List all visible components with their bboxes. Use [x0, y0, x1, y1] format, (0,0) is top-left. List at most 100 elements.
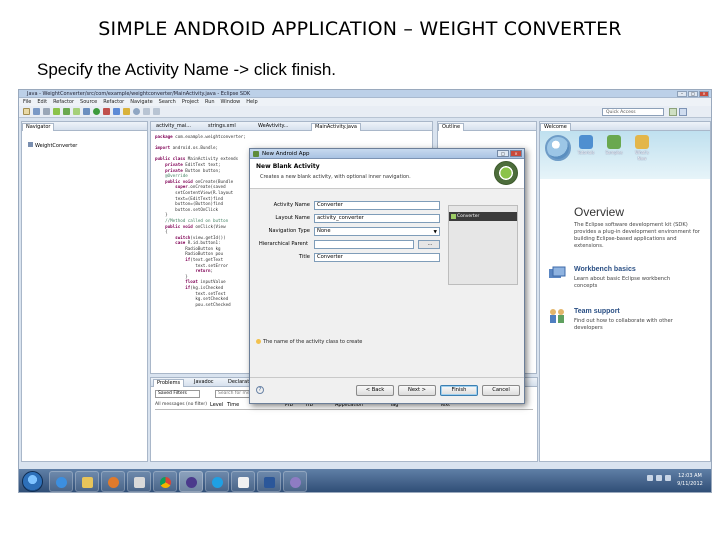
- debug-icon[interactable]: [83, 108, 90, 115]
- new-java-class-icon[interactable]: [113, 108, 120, 115]
- whats-new-label: What's New: [635, 150, 649, 161]
- maximize-button[interactable]: □: [688, 91, 698, 97]
- whats-new-icon: [635, 135, 649, 149]
- workbench-basics-desc: Learn about basic Eclipse workbench conc…: [574, 276, 671, 289]
- avd-manager-icon[interactable]: [63, 108, 70, 115]
- dialog-close-button[interactable]: ×: [510, 150, 522, 157]
- next-button[interactable]: Next >: [398, 385, 436, 396]
- activity-name-input[interactable]: Converter: [314, 201, 440, 210]
- finish-button[interactable]: Finish: [440, 385, 478, 396]
- tab-welcome[interactable]: Welcome: [540, 123, 571, 131]
- clock-date: 9/11/2012: [677, 481, 703, 487]
- tab-javadoc[interactable]: Javadoc: [191, 379, 217, 386]
- tab-outline[interactable]: Outline: [438, 123, 465, 131]
- java-perspective-icon[interactable]: [669, 108, 677, 116]
- tab-strings[interactable]: strings.xml: [205, 123, 239, 130]
- word-icon: [264, 477, 275, 488]
- team-support-title: Team support: [574, 308, 620, 315]
- back-icon[interactable]: [143, 108, 150, 115]
- ddms-perspective-icon[interactable]: [679, 108, 687, 116]
- flag-icon[interactable]: [647, 475, 653, 481]
- taskbar-notes[interactable]: [231, 471, 255, 492]
- forward-icon[interactable]: [153, 108, 160, 115]
- search-icon[interactable]: [133, 108, 140, 115]
- hierarchical-parent-input[interactable]: [314, 240, 414, 249]
- new-android-app-dialog: New Android App □ × New Blank Activity C…: [249, 148, 525, 404]
- volume-icon[interactable]: [665, 475, 671, 481]
- taskbar-app-10[interactable]: [283, 471, 307, 492]
- taskbar-media[interactable]: [101, 471, 125, 492]
- taskbar-skype[interactable]: [205, 471, 229, 492]
- taskbar-clock[interactable]: 12:03 AM 9/11/2012: [673, 472, 707, 488]
- dialog-banner: New Blank Activity Creates a new blank a…: [250, 159, 524, 189]
- layout-name-input[interactable]: activity_converter: [314, 214, 440, 223]
- print-icon[interactable]: [43, 108, 50, 115]
- cancel-button[interactable]: Cancel: [482, 385, 520, 396]
- minimize-button[interactable]: –: [677, 91, 687, 97]
- network-icon[interactable]: [656, 475, 662, 481]
- wizard-heading: New Blank Activity: [256, 163, 320, 170]
- navigation-type-value: None: [317, 228, 331, 234]
- menu-run[interactable]: Run: [205, 98, 215, 106]
- run-icon[interactable]: [93, 108, 100, 115]
- dialog-button-bar: ? < Back Next > Finish Cancel: [250, 377, 524, 403]
- menu-project[interactable]: Project: [182, 98, 199, 106]
- android-app-icon: [253, 151, 259, 157]
- slide-title: SIMPLE ANDROID APPLICATION – WEIGHT CONV…: [98, 18, 622, 40]
- samples-label: Samples: [605, 150, 623, 155]
- tab-navigator[interactable]: Navigator: [22, 123, 55, 131]
- android-logo-icon: [494, 161, 518, 185]
- menu-navigate[interactable]: Navigate: [130, 98, 152, 106]
- taskbar-app-4[interactable]: [127, 471, 151, 492]
- tab-activity-main[interactable]: activity_mai...: [153, 123, 194, 130]
- saved-filters-label: Saved Filters: [155, 390, 200, 398]
- start-button[interactable]: [22, 471, 43, 492]
- project-tree-item[interactable]: WeightConverter: [28, 142, 77, 149]
- taskbar-chrome[interactable]: [153, 471, 177, 492]
- navigation-type-label: Navigation Type: [268, 228, 310, 234]
- menu-refactor-2[interactable]: Refactor: [103, 98, 124, 106]
- open-type-icon[interactable]: [123, 108, 130, 115]
- back-button[interactable]: < Back: [356, 385, 394, 396]
- app-icon: [134, 477, 145, 488]
- close-button[interactable]: ×: [699, 91, 709, 97]
- overview-title: Overview: [574, 205, 625, 219]
- menu-window[interactable]: Window: [221, 98, 241, 106]
- tab-problems[interactable]: Problems: [153, 379, 185, 387]
- navigation-type-select[interactable]: None ▼: [314, 227, 440, 236]
- new-android-project-icon[interactable]: [73, 108, 80, 115]
- tutorials-link[interactable]: Tutorials: [576, 135, 596, 162]
- taskbar-word[interactable]: [257, 471, 281, 492]
- clock-time: 12:03 AM: [678, 473, 702, 479]
- tab-mainactivity[interactable]: MainActivity.java: [311, 123, 361, 131]
- title-input[interactable]: Converter: [314, 253, 440, 262]
- workbench-basics-title: Workbench basics: [574, 266, 636, 273]
- taskbar-ie[interactable]: [49, 471, 73, 492]
- taskbar-eclipse[interactable]: [179, 471, 203, 492]
- project-label: WeightConverter: [35, 143, 78, 149]
- chrome-icon: [160, 477, 171, 488]
- quick-access-input[interactable]: Quick Access: [602, 108, 664, 116]
- welcome-panel: Welcome Tutorials Samples What's New Ove…: [539, 121, 711, 462]
- menu-search[interactable]: Search: [159, 98, 176, 106]
- taskbar-explorer[interactable]: [75, 471, 99, 492]
- dialog-maximize-button[interactable]: □: [497, 150, 509, 157]
- whats-new-link[interactable]: What's New: [632, 135, 652, 162]
- menu-source[interactable]: Source: [80, 98, 97, 106]
- preview-app-icon: [451, 214, 456, 219]
- new-icon[interactable]: [23, 108, 30, 115]
- samples-link[interactable]: Samples: [604, 135, 624, 162]
- help-button[interactable]: ?: [256, 386, 264, 394]
- browse-parent-button[interactable]: ...: [418, 240, 440, 249]
- menu-refactor[interactable]: Refactor: [53, 98, 74, 106]
- media-player-icon: [108, 477, 119, 488]
- external-tools-icon[interactable]: [103, 108, 110, 115]
- save-icon[interactable]: [33, 108, 40, 115]
- overview-text: The Eclipse software development kit (SD…: [574, 222, 700, 249]
- android-sdk-icon[interactable]: [53, 108, 60, 115]
- skype-icon: [212, 477, 223, 488]
- menu-edit[interactable]: Edit: [37, 98, 47, 106]
- tab-weactivity[interactable]: WeAvtivity...: [255, 123, 292, 130]
- menu-help[interactable]: Help: [246, 98, 257, 106]
- menu-file[interactable]: File: [23, 98, 31, 106]
